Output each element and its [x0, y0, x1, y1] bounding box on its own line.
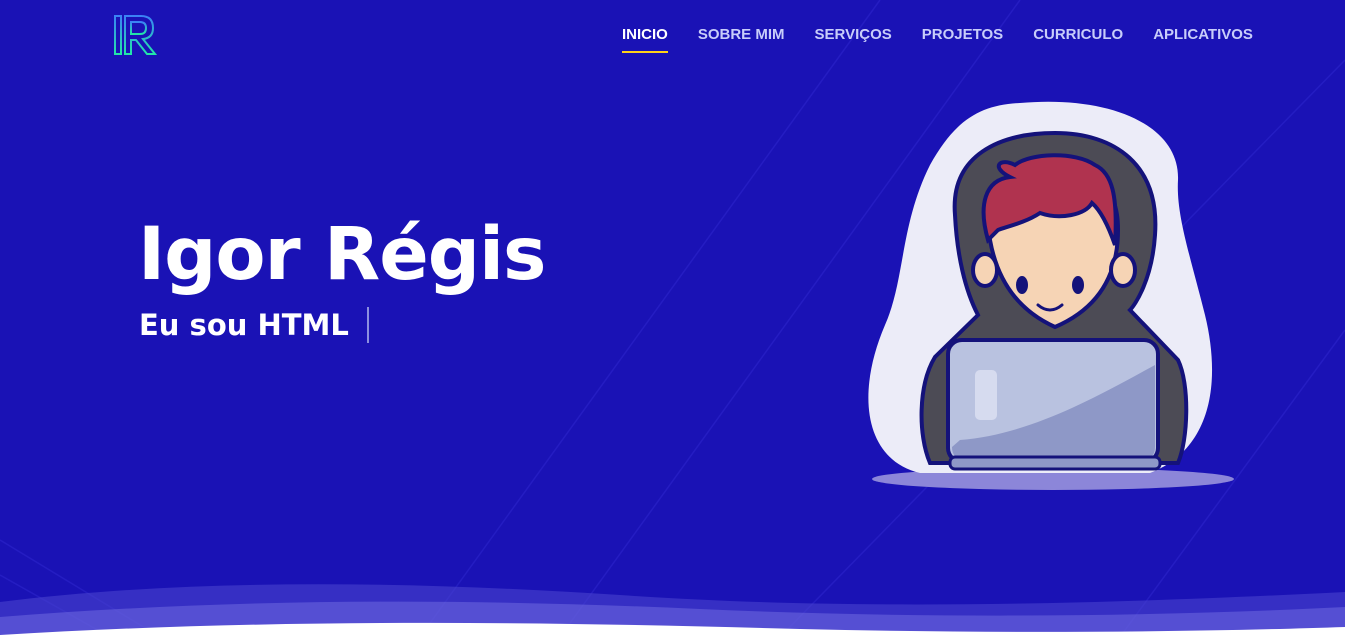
- bottom-waves: [0, 584, 1345, 637]
- nav-item-aplicativos[interactable]: APLICATIVOS: [1153, 0, 1253, 70]
- typing-cursor: [366, 307, 369, 343]
- main-nav: INICIO SOBRE MIM SERVIÇOS PROJETOS CURRI…: [622, 0, 1283, 70]
- typed-text: HTML: [257, 308, 349, 342]
- nav-item-curriculo[interactable]: CURRICULO: [1033, 0, 1123, 70]
- hero-title: Igor Régis: [138, 212, 546, 297]
- nav-item-inicio[interactable]: INICIO: [622, 0, 668, 70]
- nav-item-servicos[interactable]: SERVIÇOS: [815, 0, 892, 70]
- hacker-laptop-illustration: [868, 101, 1234, 490]
- hero-subtitle: Eu sou HTML: [139, 307, 369, 343]
- nav-item-sobre-mim[interactable]: SOBRE MIM: [698, 0, 785, 70]
- logo[interactable]: [113, 14, 159, 56]
- subtitle-prefix: Eu sou: [139, 308, 258, 342]
- nav-item-projetos[interactable]: PROJETOS: [922, 0, 1003, 70]
